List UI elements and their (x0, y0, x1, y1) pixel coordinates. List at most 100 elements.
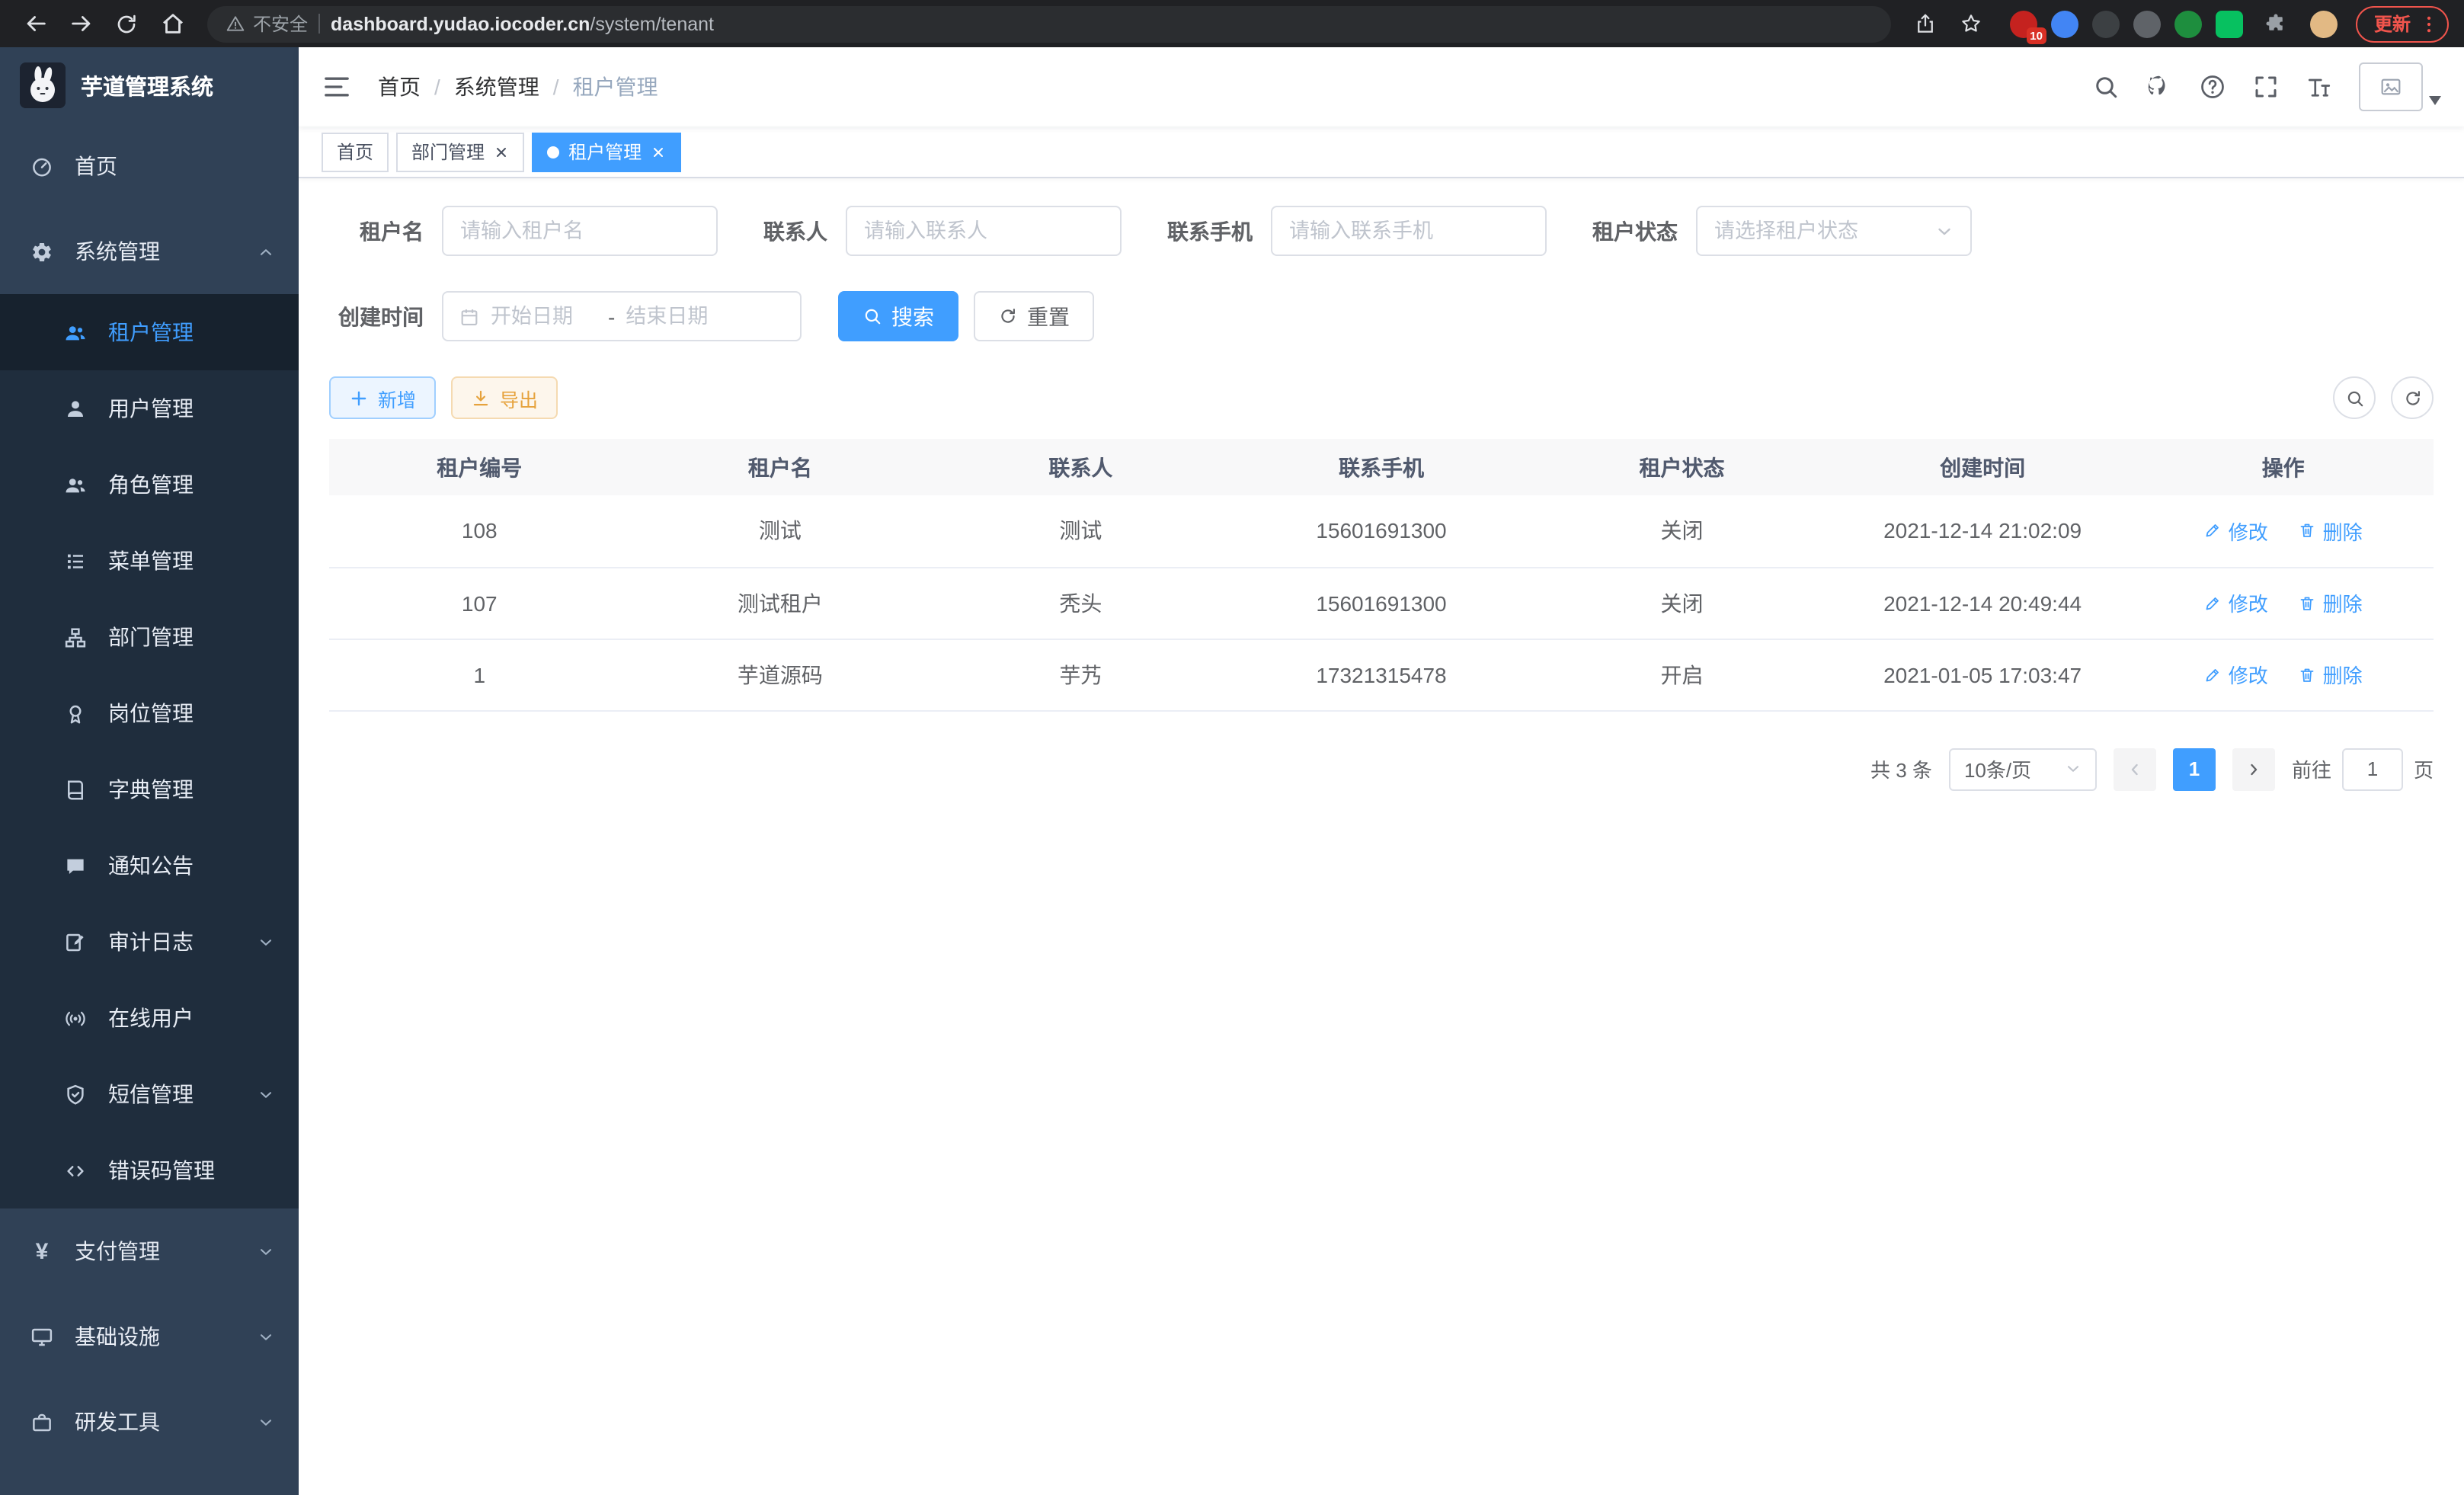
post-badge-icon (64, 702, 87, 725)
pencil-icon (2204, 594, 2222, 612)
toggle-search-button[interactable] (2333, 376, 2376, 419)
tab-home[interactable]: 首页 (322, 132, 389, 171)
cell-phone: 15601691300 (1231, 567, 1532, 639)
browser-home-button[interactable] (152, 4, 192, 43)
cell-tenant-id: 1 (329, 639, 630, 710)
filter-row-2: 创建时间 - 搜索 重置 (329, 291, 2434, 341)
extension-icon-dark[interactable] (2092, 10, 2120, 37)
extension-icon-gray[interactable] (2133, 10, 2161, 37)
table-row: 108 测试 测试 15601691300 关闭 2021-12-14 21:0… (329, 495, 2434, 567)
dictionary-book-icon (64, 778, 87, 801)
sidebar-item-role[interactable]: 角色管理 (0, 447, 299, 523)
sidebar-item-devtools[interactable]: 研发工具 (0, 1379, 299, 1465)
sidebar-item-system[interactable]: 系统管理 (0, 209, 299, 294)
date-range-picker[interactable]: - (442, 291, 802, 341)
edit-button[interactable]: 修改 (2204, 660, 2268, 689)
address-bar[interactable]: 不安全 dashboard.yudao.iocoder.cn/system/te… (207, 5, 1891, 42)
refresh-table-button[interactable] (2391, 376, 2434, 419)
edit-button[interactable]: 修改 (2204, 517, 2268, 546)
goto-label: 前往 (2292, 754, 2331, 783)
sidebar-item-user[interactable]: 用户管理 (0, 370, 299, 447)
sidebar-item-audit-log[interactable]: 审计日志 (0, 904, 299, 980)
sidebar-item-sms[interactable]: 短信管理 (0, 1056, 299, 1132)
sidebar-item-payment[interactable]: ¥ 支付管理 (0, 1208, 299, 1294)
cell-contact: 测试 (930, 495, 1231, 567)
breadcrumb-home[interactable]: 首页 (378, 72, 421, 102)
user-avatar-menu[interactable] (2359, 62, 2441, 111)
browser-update-button[interactable]: 更新 (2356, 5, 2449, 42)
extension-icon-red[interactable]: 10 (2010, 10, 2037, 37)
edit-button[interactable]: 修改 (2204, 588, 2268, 617)
cell-status: 关闭 (1531, 495, 1832, 567)
phone-input[interactable] (1289, 219, 1528, 242)
hamburger-icon[interactable] (322, 72, 352, 102)
browser-toolbar: 不安全 dashboard.yudao.iocoder.cn/system/te… (0, 0, 2464, 47)
filter-contact: 联系人 (763, 206, 1122, 256)
logo-row[interactable]: 芋道管理系统 (0, 47, 299, 123)
extension-icon-blue[interactable] (2051, 10, 2078, 37)
prev-page-button[interactable] (2114, 748, 2156, 790)
sidebar-item-online-user[interactable]: 在线用户 (0, 980, 299, 1056)
goto-page-input[interactable] (2342, 748, 2403, 790)
sidebar-item-home[interactable]: 首页 (0, 123, 299, 209)
sidebar-item-tenant[interactable]: 租户管理 (0, 294, 299, 370)
delete-button[interactable]: 删除 (2299, 588, 2363, 617)
security-chip[interactable]: 不安全 (226, 11, 308, 37)
delete-label: 删除 (2323, 660, 2363, 689)
cell-tenant-id: 108 (329, 495, 630, 567)
puzzle-icon[interactable] (2257, 4, 2296, 43)
header-search-icon[interactable] (2092, 73, 2120, 101)
column-header: 联系手机 (1231, 439, 1532, 495)
date-end-input[interactable] (626, 305, 732, 328)
search-button[interactable]: 搜索 (838, 291, 958, 341)
close-icon[interactable] (494, 144, 509, 159)
sidebar-item-notice[interactable]: 通知公告 (0, 828, 299, 904)
page-size-select[interactable]: 10条/页 (1949, 748, 2097, 790)
sidebar-item-dept[interactable]: 部门管理 (0, 599, 299, 675)
browser-forward-button[interactable] (61, 4, 101, 43)
sidebar-item-post[interactable]: 岗位管理 (0, 675, 299, 751)
edit-label: 修改 (2229, 588, 2268, 617)
caret-down-icon (2429, 96, 2441, 105)
status-select[interactable] (1696, 206, 1972, 256)
kebab-menu-icon[interactable] (2418, 13, 2440, 34)
breadcrumb-system[interactable]: 系统管理 (454, 72, 539, 102)
field-label: 联系手机 (1167, 216, 1253, 246)
tab-tenant[interactable]: 租户管理 (532, 132, 681, 171)
table-header-row: 租户编号 租户名 联系人 联系手机 租户状态 创建时间 操作 (329, 439, 2434, 495)
url-path: /system/tenant (590, 13, 714, 34)
share-icon[interactable] (1906, 4, 1946, 43)
status-select-input[interactable] (1714, 219, 1935, 242)
delete-button[interactable]: 删除 (2299, 517, 2363, 546)
font-size-icon[interactable] (2306, 73, 2333, 101)
column-header: 操作 (2133, 439, 2434, 495)
close-icon[interactable] (651, 144, 666, 159)
sidebar-item-infra[interactable]: 基础设施 (0, 1294, 299, 1379)
github-icon[interactable] (2146, 73, 2173, 101)
tab-dept[interactable]: 部门管理 (396, 132, 524, 171)
profile-avatar-icon[interactable] (2310, 10, 2338, 37)
add-button[interactable]: 新增 (329, 376, 436, 419)
bookmark-star-icon[interactable] (1952, 4, 1992, 43)
page-number-button[interactable]: 1 (2173, 748, 2216, 790)
next-page-button[interactable] (2232, 748, 2275, 790)
extension-icon-green[interactable] (2174, 10, 2202, 37)
reset-button[interactable]: 重置 (974, 291, 1094, 341)
search-icon (862, 306, 882, 326)
browser-back-button[interactable] (15, 4, 55, 43)
contact-input[interactable] (864, 219, 1103, 242)
sidebar-item-dict[interactable]: 字典管理 (0, 751, 299, 828)
tenant-name-input[interactable] (460, 219, 699, 242)
browser-reload-button[interactable] (107, 4, 146, 43)
fullscreen-icon[interactable] (2252, 73, 2280, 101)
chevron-up-icon (258, 243, 274, 260)
delete-button[interactable]: 删除 (2299, 660, 2363, 689)
sidebar-item-error-code[interactable]: 错误码管理 (0, 1132, 299, 1208)
date-start-input[interactable] (491, 305, 597, 328)
sidebar-item-menu[interactable]: 菜单管理 (0, 523, 299, 599)
page-size-label: 10条/页 (1964, 754, 2031, 783)
export-button[interactable]: 导出 (451, 376, 558, 419)
cell-status: 开启 (1531, 639, 1832, 710)
help-icon[interactable] (2199, 73, 2226, 101)
extension-icon-chat[interactable] (2216, 10, 2243, 37)
